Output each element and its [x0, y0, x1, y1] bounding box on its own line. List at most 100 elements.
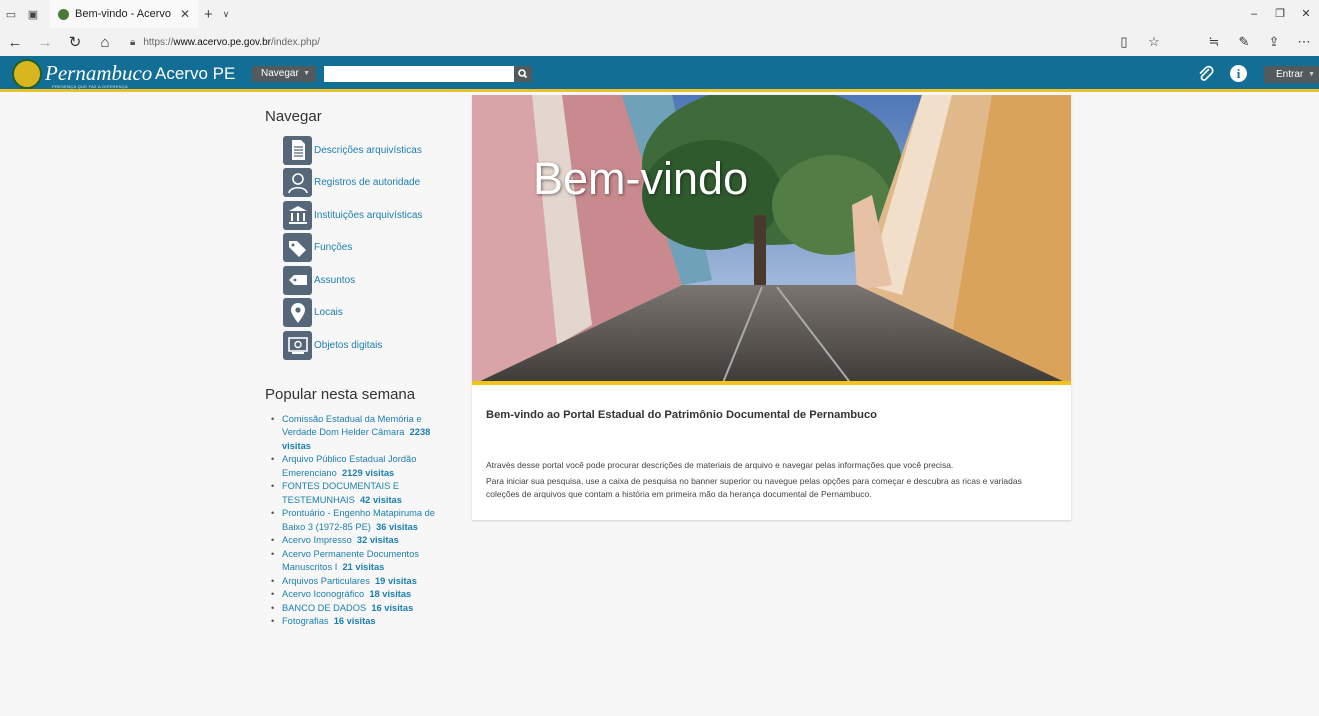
new-tab-icon[interactable]: +: [204, 6, 213, 23]
popular-item-title: BANCO DE DADOS: [282, 602, 367, 613]
caret-down-icon: ▼: [1308, 71, 1315, 78]
pen-icon[interactable]: ✎: [1229, 34, 1259, 50]
banner-title: Bem-vindo: [533, 153, 749, 204]
browse-item-descricoes[interactable]: Descrições arquivísticas: [283, 134, 445, 167]
popular-item[interactable]: Arquivos Particulares 19 visitas: [271, 575, 443, 589]
lock-icon: 🔒︎: [130, 36, 136, 48]
digital-object-icon: [283, 330, 312, 360]
popular-item[interactable]: Fotografias 16 visitas: [271, 615, 443, 629]
banner-image: Bem-vindo: [472, 95, 1071, 385]
chevron-down-icon[interactable]: ∨: [223, 9, 230, 20]
favorites-hub-icon[interactable]: ≒: [1199, 34, 1229, 50]
tab-actions-icon[interactable]: ▭: [0, 8, 22, 21]
tab-title: Bem-vindo - Acervo PE: [75, 8, 174, 20]
browse-item-objetos[interactable]: Objetos digitais: [283, 329, 445, 362]
popular-item[interactable]: Arquivo Público Estadual Jordão Emerenci…: [271, 453, 443, 480]
browse-item-label: Descrições arquivísticas: [314, 144, 422, 156]
browse-item-registros[interactable]: Registros de autoridade: [283, 167, 445, 200]
popular-item[interactable]: FONTES DOCUMENTAIS E TESTEMUNHAIS 42 vis…: [271, 480, 443, 507]
popular-item-count: 2129 visitas: [341, 467, 395, 478]
browse-item-label: Instituições arquivísticas: [314, 209, 423, 221]
tab-preview-icon[interactable]: ▣: [22, 8, 44, 21]
browse-item-assuntos[interactable]: Assuntos: [283, 264, 445, 297]
popular-item-title: Acervo Iconográfico: [282, 589, 365, 599]
popular-item[interactable]: Comissão Estadual da Memória e Verdade D…: [271, 413, 443, 454]
welcome-paragraph-2: Para iniciar sua pesquisa, use a caixa d…: [486, 476, 1022, 499]
site-name-link[interactable]: Acervo PE: [155, 64, 235, 84]
welcome-heading: Bem-vindo ao Portal Estadual do Patrimôn…: [486, 409, 878, 421]
popular-item[interactable]: Acervo Permanente Documentos Manuscritos…: [271, 548, 443, 575]
more-icon[interactable]: ⋯: [1289, 34, 1319, 50]
restore-icon[interactable]: ❐: [1267, 0, 1293, 28]
refresh-icon[interactable]: ↻: [60, 33, 90, 51]
share-icon[interactable]: ⇪: [1259, 34, 1289, 50]
popular-item-count: 19 visitas: [375, 575, 417, 586]
popular-list: Comissão Estadual da Memória e Verdade D…: [271, 413, 443, 629]
popular-item-count: 16 visitas: [371, 602, 414, 613]
browse-menu-button[interactable]: Navegar ▼: [252, 66, 316, 82]
popular-item-title: Arquivos Particulares: [282, 575, 370, 586]
info-icon[interactable]: i: [1230, 65, 1247, 82]
logo-text: Pernambuco: [45, 61, 153, 85]
browse-item-label: Registros de autoridade: [314, 177, 421, 189]
login-button[interactable]: Entrar ▼: [1264, 66, 1319, 83]
browse-item-instituicoes[interactable]: Instituições arquivísticas: [283, 199, 445, 232]
popular-item-count: 18 visitas: [369, 589, 412, 599]
browse-list: Descrições arquivísticas Registros de au…: [265, 134, 445, 362]
pernambuco-logo[interactable]: Pernambuco PRESENÇA QUE FAZ A DIFERENÇA: [12, 59, 152, 89]
welcome-text: Bem-vindo ao Portal Estadual do Patrimôn…: [486, 409, 1056, 501]
popular-item-count: 32 visitas: [356, 535, 399, 545]
tag-icon: [283, 265, 312, 295]
browse-menu-label: Navegar: [261, 68, 299, 79]
state-emblem-icon: [12, 59, 42, 89]
institution-icon: [283, 200, 312, 230]
popular-item-title: Acervo Impresso: [282, 535, 352, 545]
person-icon: [283, 168, 312, 198]
popular-item-count: 42 visitas: [360, 494, 402, 505]
popular-item-count: 16 visitas: [333, 616, 376, 626]
login-label: Entrar: [1276, 69, 1304, 80]
browse-item-label: Assuntos: [314, 274, 356, 286]
welcome-paragraph-1: Através desse portal você pode procurar …: [486, 460, 954, 470]
popular-item[interactable]: Acervo Impresso 32 visitas: [271, 534, 443, 548]
popular-item-count: 36 visitas: [376, 521, 418, 532]
browser-tab-bar: ▭ ▣ Bem-vindo - Acervo PE ✕ + ∨ – ❐ ✕: [0, 0, 1319, 28]
back-icon[interactable]: ←: [0, 34, 30, 51]
popular-heading: Popular nesta semana: [265, 385, 416, 403]
url-domain: www.acervo.pe.gov.br: [173, 36, 271, 48]
browse-item-locais[interactable]: Locais: [283, 297, 445, 330]
popular-item-title: Fotografias: [282, 616, 329, 626]
caret-down-icon: ▼: [303, 70, 310, 77]
search-icon: [518, 69, 528, 79]
home-icon[interactable]: ⌂: [90, 34, 120, 51]
browser-tab[interactable]: Bem-vindo - Acervo PE ✕: [50, 0, 198, 28]
map-pin-icon: [283, 298, 312, 328]
favicon-icon: [58, 8, 69, 20]
search-button[interactable]: [514, 66, 532, 82]
search-input[interactable]: [324, 66, 514, 82]
url-path: /index.php/: [270, 36, 320, 48]
popular-item[interactable]: BANCO DE DADOS 16 visitas: [271, 602, 443, 616]
popular-item-title: Comissão Estadual da Memória e Verdade D…: [282, 413, 422, 438]
url-field[interactable]: 🔒︎ https:// www.acervo.pe.gov.br /index.…: [130, 37, 1120, 48]
browse-item-label: Funções: [314, 242, 353, 254]
browse-item-label: Locais: [314, 307, 343, 319]
browse-item-funcoes[interactable]: Funções: [283, 232, 445, 265]
popular-item[interactable]: Acervo Iconográfico 18 visitas: [271, 588, 443, 602]
close-window-icon[interactable]: ✕: [1293, 0, 1319, 28]
document-icon: [283, 135, 312, 165]
site-header: Pernambuco PRESENÇA QUE FAZ A DIFERENÇA …: [0, 56, 1319, 92]
browse-heading: Navegar: [265, 108, 322, 125]
sidebar: Navegar Descrições arquivísticas Registr…: [265, 108, 445, 629]
popular-item[interactable]: Prontuário - Engenho Matapiruma de Baixo…: [271, 507, 443, 534]
clipboard-paperclip-icon[interactable]: [1197, 65, 1215, 83]
tags-icon: [283, 233, 312, 263]
url-prefix: https://: [143, 36, 174, 48]
minimize-icon[interactable]: –: [1241, 0, 1267, 28]
favorite-star-icon[interactable]: ☆: [1139, 34, 1169, 50]
window-controls: – ❐ ✕: [1241, 0, 1319, 28]
browse-item-label: Objetos digitais: [314, 339, 383, 351]
browser-toolbar-right: ▯ ☆ ≒ ✎ ⇪ ⋯: [1109, 28, 1319, 56]
reading-view-icon[interactable]: ▯: [1109, 34, 1139, 50]
close-tab-icon[interactable]: ✕: [180, 7, 190, 21]
